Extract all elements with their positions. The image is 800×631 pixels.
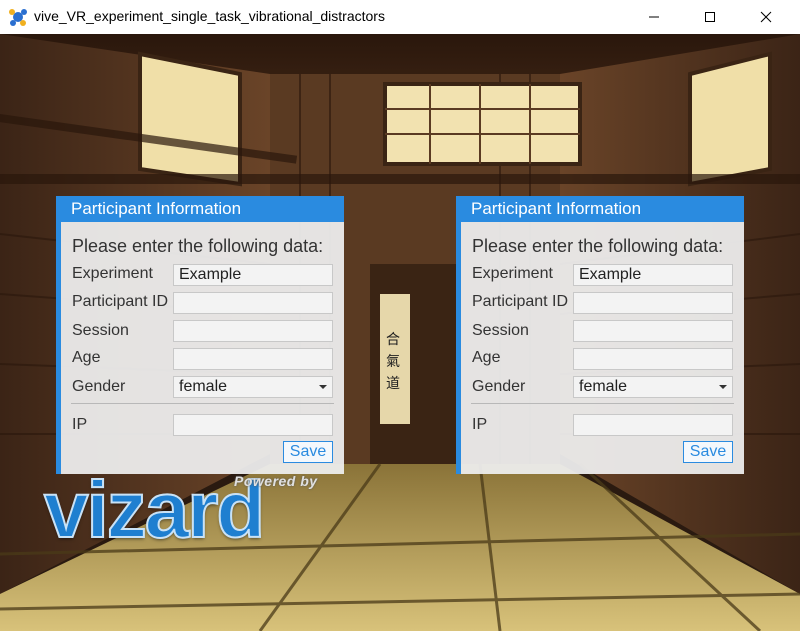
save-button[interactable]: Save [283,441,333,463]
session-field[interactable] [573,320,733,342]
participant-id-label: Participant ID [72,293,169,310]
experiment-field[interactable]: Example [573,264,733,286]
svg-text:合: 合 [386,332,400,348]
close-button[interactable] [743,0,789,34]
participant-info-panel-left: Participant Information Please enter the… [56,196,344,474]
session-label: Session [72,322,129,339]
session-label: Session [472,322,529,339]
session-field[interactable] [173,320,333,342]
gender-value: female [179,378,228,395]
minimize-icon [649,16,659,18]
gender-select[interactable]: female [173,376,333,398]
maximize-button[interactable] [687,0,733,34]
ip-field[interactable] [573,414,733,436]
svg-text:道: 道 [386,376,400,392]
window-title: vive_VR_experiment_single_task_vibration… [34,8,385,24]
ip-label: IP [72,416,88,433]
panel-prompt: Please enter the following data: [472,236,724,256]
close-icon [760,11,772,23]
panel-prompt: Please enter the following data: [72,236,324,256]
title-bar: vive_VR_experiment_single_task_vibration… [0,0,800,34]
vizard-app-icon [9,9,27,26]
experiment-label: Experiment [472,265,553,282]
gender-label: Gender [72,378,126,395]
chevron-down-icon [319,385,327,389]
minimize-button[interactable] [631,0,677,34]
participant-id-field[interactable] [573,292,733,314]
gender-label: Gender [472,378,526,395]
age-label: Age [72,349,101,366]
divider [71,403,334,404]
panel-header: Participant Information [56,196,344,222]
age-field[interactable] [173,348,333,370]
gender-value: female [579,378,628,395]
participant-id-label: Participant ID [472,293,569,310]
maximize-icon [705,12,715,22]
experiment-label: Experiment [72,265,153,282]
save-button[interactable]: Save [683,441,733,463]
participant-id-field[interactable] [173,292,333,314]
panel-header: Participant Information [456,196,744,222]
age-field[interactable] [573,348,733,370]
ip-label: IP [472,416,488,433]
experiment-field[interactable]: Example [173,264,333,286]
age-label: Age [472,349,501,366]
svg-text:氣: 氣 [386,354,400,370]
powered-by-text: Powered by [234,473,318,489]
divider [471,403,734,404]
vizard-logo: vizard [43,465,266,554]
participant-info-panel-right: Participant Information Please enter the… [456,196,744,474]
gender-select[interactable]: female [573,376,733,398]
ip-field[interactable] [173,414,333,436]
chevron-down-icon [719,385,727,389]
